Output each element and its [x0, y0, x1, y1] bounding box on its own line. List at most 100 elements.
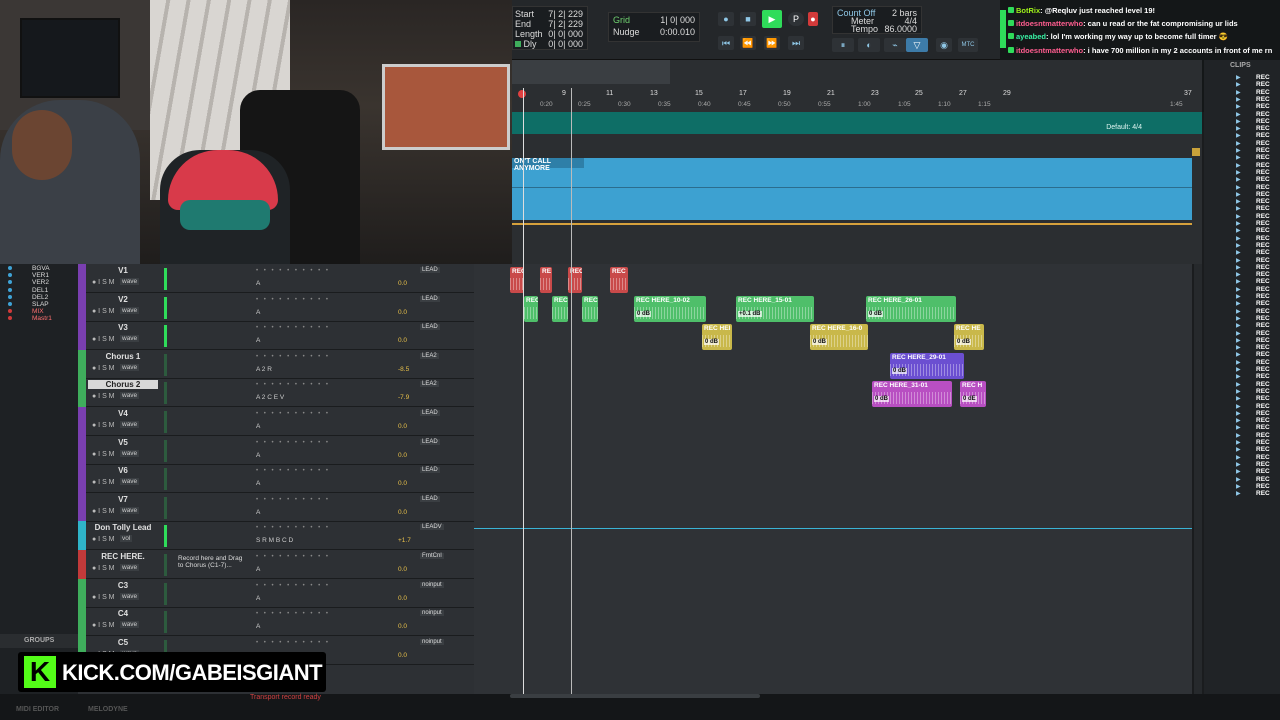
track-volume[interactable]: -7.9 [398, 394, 409, 401]
conductor-icon[interactable]: ▽ [906, 38, 928, 52]
clip-list-item[interactable]: REC [1256, 308, 1270, 315]
clip-list-item[interactable]: REC [1256, 147, 1270, 154]
clip-list-item[interactable]: REC [1256, 191, 1270, 198]
region-clip[interactable]: REC [582, 296, 598, 322]
track-volume[interactable]: 0.0 [398, 337, 407, 344]
record-button[interactable]: ● [808, 12, 818, 26]
loop-button[interactable]: P [788, 12, 804, 26]
left-track-item[interactable]: DEL2 [8, 294, 48, 301]
vertical-scrollbar[interactable] [1194, 264, 1202, 694]
send-slots[interactable]: • • • • • • • • • • [256, 325, 330, 331]
send-slots[interactable]: • • • • • • • • • • [256, 297, 330, 303]
chat-username[interactable]: BotRix [1016, 6, 1040, 15]
loop-start-marker[interactable] [518, 90, 526, 98]
groups-header[interactable]: GROUPS [0, 634, 78, 648]
track-view-mode[interactable]: wave [120, 478, 140, 486]
clip-list-item[interactable]: REC [1256, 483, 1270, 490]
region-clip[interactable]: REC [524, 296, 538, 322]
track-row[interactable]: C3 ● I S M wave noinput 0.0 A • • • • • • • • … [78, 578, 474, 608]
track-inserts[interactable]: S R M B C D [256, 537, 293, 544]
clip-list-item[interactable]: REC [1256, 74, 1270, 81]
clip-list-item[interactable]: REC [1256, 388, 1270, 395]
track-inserts[interactable]: A 2 C E V [256, 394, 284, 401]
clip-list-item[interactable]: REC [1256, 96, 1270, 103]
audio-clip[interactable]: ON'T CALL ANYMORE [512, 158, 1192, 220]
clip-list-item[interactable]: REC [1256, 89, 1270, 96]
left-track-item[interactable]: Mastr1 [8, 315, 52, 322]
region-clip[interactable]: REC [552, 296, 568, 322]
track-name[interactable]: V2 [88, 295, 158, 304]
length-value-2[interactable]: 0| 0| 000 [548, 39, 583, 49]
send-slots[interactable]: • • • • • • • • • • [256, 354, 330, 360]
track-volume[interactable]: -8.5 [398, 366, 409, 373]
clip-list-item[interactable]: REC [1256, 490, 1270, 497]
track-row[interactable]: V2 ● I S M wave LEAD 0.0 A • • • • • • • • • • [78, 292, 474, 322]
meter-ruler[interactable]: Default: 4/4 [512, 112, 1202, 134]
track-row[interactable]: V6 ● I S M wave LEAD 0.0 A • • • • • • • • • • [78, 464, 474, 494]
clip-list-item[interactable]: REC [1256, 169, 1270, 176]
clip-list-item[interactable]: REC [1256, 132, 1270, 139]
clip-list-item[interactable]: REC [1256, 286, 1270, 293]
clip-list-item[interactable]: REC [1256, 264, 1270, 271]
left-track-item[interactable]: DEL1 [8, 287, 48, 294]
send-slots[interactable]: • • • • • • • • • • [256, 382, 330, 388]
track-buttons[interactable]: ● I S M [92, 279, 115, 286]
clip-list-item[interactable]: REC [1256, 235, 1270, 242]
region-clip[interactable]: REC HERE_29-01 0 dB [890, 353, 964, 379]
start-value[interactable]: 7| 2| 229 [548, 9, 583, 19]
track-output[interactable]: noinput [420, 581, 444, 588]
clip-list-item[interactable]: REC [1256, 154, 1270, 161]
track-view-mode[interactable]: vol [120, 535, 133, 543]
return-to-zero-icon[interactable]: ● [718, 12, 734, 26]
clip-list-item[interactable]: REC [1256, 176, 1270, 183]
track-buttons[interactable]: ● I S M [92, 308, 115, 315]
clip-list-item[interactable]: REC [1256, 359, 1270, 366]
track-row[interactable]: V5 ● I S M wave LEAD 0.0 A • • • • • • • • • • [78, 435, 474, 465]
send-slots[interactable]: • • • • • • • • • • [256, 440, 330, 446]
previous-marker-icon[interactable]: ⏮ [718, 36, 734, 50]
clip-list-item[interactable]: REC [1256, 337, 1270, 344]
length-value[interactable]: 0| 0| 000 [548, 29, 583, 39]
region-clip[interactable]: REC [610, 267, 628, 293]
track-volume[interactable]: 0.0 [398, 652, 407, 659]
midi-merge-icon[interactable]: ⏸ [832, 38, 854, 52]
track-output[interactable]: noinput [420, 610, 444, 617]
horizontal-scrollbar[interactable] [510, 694, 760, 698]
track-view-mode[interactable]: wave [120, 278, 140, 285]
track-volume[interactable]: 0.0 [398, 309, 407, 316]
track-output[interactable]: LEAD [420, 495, 440, 502]
clip-list-item[interactable]: REC [1256, 395, 1270, 402]
track-name[interactable]: REC HERE. [88, 552, 158, 561]
track-buttons[interactable]: ● I S M [92, 479, 115, 486]
left-track-item[interactable]: VER1 [8, 272, 49, 279]
region-clip[interactable]: REC HERE_26-01 0 dB [866, 296, 956, 322]
clip-list-item[interactable]: REC [1256, 300, 1270, 307]
track-buttons[interactable]: ● I S M [92, 536, 115, 543]
clip-list-item[interactable]: REC [1256, 424, 1270, 431]
clip-list-item[interactable]: REC [1256, 315, 1270, 322]
clip-list-item[interactable]: REC [1256, 220, 1270, 227]
track-inserts[interactable]: A [256, 595, 260, 602]
track-output[interactable]: LEAD [420, 295, 440, 302]
track-inserts[interactable]: A [256, 423, 260, 430]
clip-list-item[interactable]: REC [1256, 140, 1270, 147]
clip-list-item[interactable]: REC [1256, 417, 1270, 424]
track-view-mode[interactable]: wave [120, 564, 140, 571]
end-value[interactable]: 7| 2| 229 [548, 19, 583, 29]
track-output[interactable]: LEAD [420, 324, 440, 331]
region-clip[interactable]: REC HEI 0 dB [702, 324, 732, 350]
clip-list-item[interactable]: REC [1256, 249, 1270, 256]
track-row[interactable]: V7 ● I S M wave LEAD 0.0 A • • • • • • • • • • [78, 492, 474, 522]
left-track-item[interactable]: MIX [8, 308, 44, 315]
send-slots[interactable]: • • • • • • • • • • [256, 583, 330, 589]
track-buttons[interactable]: ● I S M [92, 594, 115, 601]
track-output[interactable]: LEAD [420, 438, 440, 445]
nudge-value[interactable]: 0:00.010 [660, 27, 695, 37]
track-buttons[interactable]: ● I S M [92, 508, 115, 515]
region-clip[interactable]: REC HERE_16-0 0 dB [810, 324, 868, 350]
track-buttons[interactable]: ● I S M [92, 422, 115, 429]
tab-midi-editor[interactable]: MIDI EDITOR [16, 706, 59, 713]
tab-melodyne[interactable]: MELODYNE [88, 706, 128, 713]
track-inserts[interactable]: A [256, 566, 260, 573]
clip-list-item[interactable]: REC [1256, 118, 1270, 125]
